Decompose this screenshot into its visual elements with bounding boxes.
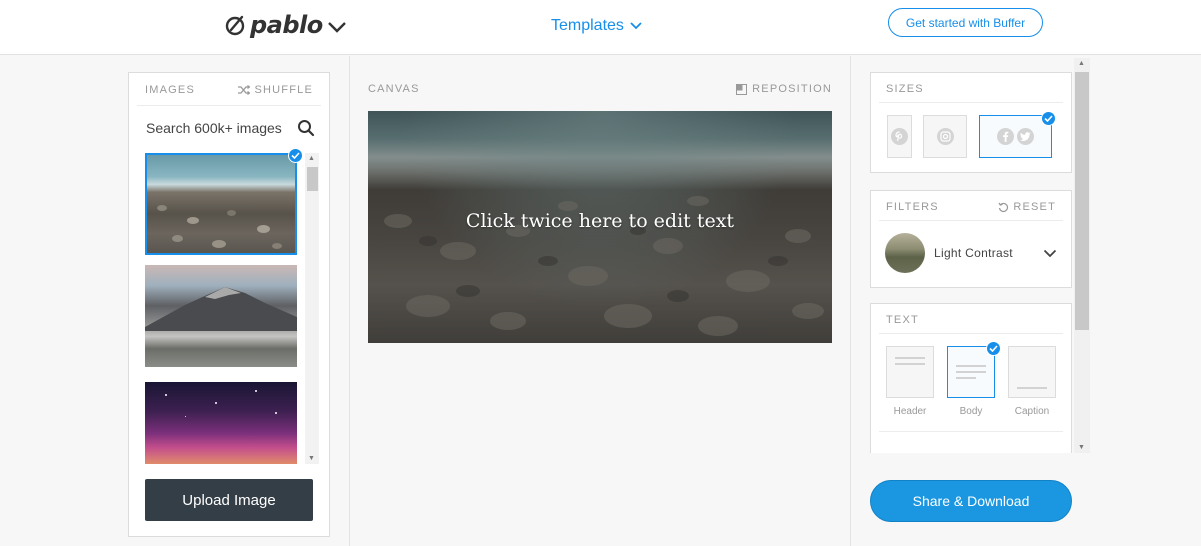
sizes-title: SIZES [886,83,924,95]
image-search [137,113,323,143]
text-line-graphic [1017,387,1047,389]
chevron-down-icon [630,22,642,30]
column-divider [349,56,350,546]
pinterest-icon [891,128,908,145]
filters-title: FILTERS [886,201,939,213]
templates-label: Templates [551,17,624,34]
text-line-graphic [956,377,976,379]
selected-check-icon [986,341,1001,356]
text-title: TEXT [886,314,919,326]
reset-icon [998,202,1009,212]
chevron-down-icon [327,22,346,33]
scroll-up-icon[interactable]: ▲ [308,155,315,162]
scroll-down-icon[interactable]: ▼ [1078,444,1085,451]
canvas-header: CANVAS REPOSITION [368,83,832,95]
column-divider [850,56,851,546]
image-canvas[interactable]: Click twice here to edit text [368,111,832,343]
share-download-button[interactable]: Share & Download [870,480,1072,522]
filter-preview-thumbnail [885,233,925,273]
pebble-texture [212,240,226,248]
scrollbar-thumb[interactable] [307,167,318,191]
divider [879,220,1063,221]
pebble-texture [272,243,282,249]
divider [137,105,321,106]
divider [879,431,1063,432]
selected-check-icon [288,148,303,163]
star [185,416,186,417]
templates-menu[interactable]: Templates [551,17,642,35]
text-style-label: Header [893,406,927,417]
pebble-texture [157,205,167,211]
star [275,412,277,414]
selected-filter-label: Light Contrast [934,246,1013,260]
chevron-down-icon [1043,249,1057,257]
top-header: pablo Templates Get started with Buffer [0,0,1201,55]
reposition-icon [736,83,748,95]
pebble-texture [172,235,183,242]
filters-card: FILTERS RESET Light Contrast [870,190,1072,288]
instagram-icon [936,128,954,145]
sizes-card: SIZES [870,72,1072,173]
facebook-icon [997,128,1014,145]
logo-text: pablo [250,11,323,39]
images-panel: IMAGES SHUFFLE Search 600k+ images ▲ ▼ U… [128,72,330,537]
canvas-title: CANVAS [368,83,420,95]
text-style-header[interactable] [886,346,934,398]
text-line-graphic [895,363,925,365]
twitter-icon [1017,128,1034,145]
text-line-graphic [956,371,986,373]
settings-scrollbar[interactable]: ▲ ▼ [1074,58,1090,453]
shuffle-icon [238,85,251,95]
search-input[interactable] [137,120,287,136]
mountain-shape [145,287,297,331]
shuffle-label: SHUFFLE [254,84,313,96]
images-scrollbar[interactable]: ▲ ▼ [305,153,319,464]
image-results-list [137,153,305,464]
search-icon[interactable] [297,119,315,137]
star [255,390,257,392]
scroll-up-icon[interactable]: ▲ [1078,60,1085,67]
pebble-texture [257,225,270,233]
reset-label: RESET [1013,201,1056,213]
text-line-graphic [895,357,925,359]
text-card: TEXT Header Body Caption [870,303,1072,453]
image-thumb-pebble-beach[interactable] [145,153,297,255]
image-thumb-misty-mountain[interactable] [145,265,297,367]
reposition-label: REPOSITION [752,83,832,95]
images-panel-header: IMAGES SHUFFLE [145,84,313,96]
pebble-texture [187,217,199,224]
divider [879,102,1063,103]
pablo-logo-icon [225,15,245,36]
shuffle-button[interactable]: SHUFFLE [238,84,313,96]
image-thumb-night-sky[interactable] [145,382,297,464]
divider [879,333,1063,334]
size-option-pinterest[interactable] [887,115,912,158]
get-started-button[interactable]: Get started with Buffer [888,8,1043,37]
text-line-graphic [956,365,986,367]
reposition-button[interactable]: REPOSITION [736,83,832,95]
text-style-label: Body [959,406,983,417]
images-title: IMAGES [145,84,195,96]
scrollbar-thumb[interactable] [1075,72,1089,330]
pablo-logo[interactable]: pablo [224,11,347,39]
selected-check-icon [1041,111,1056,126]
text-style-label: Caption [1014,406,1050,417]
star [165,394,167,396]
reset-filters-button[interactable]: RESET [998,201,1056,213]
scroll-down-icon[interactable]: ▼ [308,455,315,462]
size-option-instagram[interactable] [923,115,967,158]
star [215,402,217,404]
filter-dropdown[interactable]: Light Contrast [885,231,1057,275]
pebble-texture [227,210,236,216]
text-style-caption[interactable] [1008,346,1056,398]
canvas-editable-text[interactable]: Click twice here to edit text [368,210,832,232]
upload-image-button[interactable]: Upload Image [145,479,313,521]
